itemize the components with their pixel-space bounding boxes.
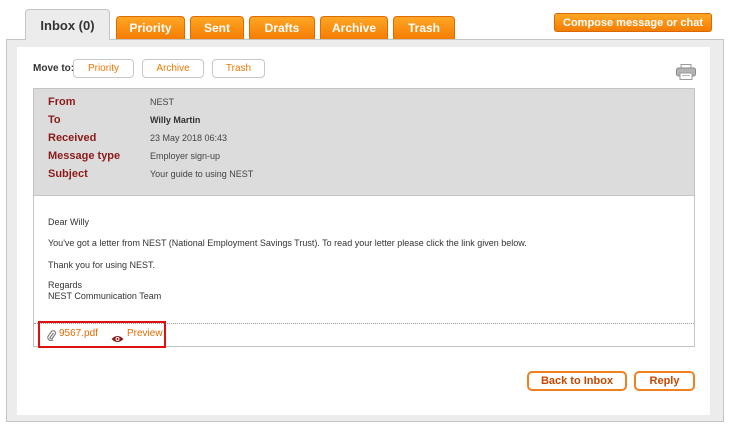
subject-value: Your guide to using NEST [150, 169, 254, 179]
message-greeting: Dear Willy [48, 217, 90, 227]
to-value: Willy Martin [150, 115, 201, 125]
tab-inbox[interactable]: Inbox (0) [25, 9, 110, 40]
move-to-archive-button[interactable]: Archive [142, 59, 204, 78]
move-to-priority-button[interactable]: Priority [73, 59, 134, 78]
from-value: NEST [150, 97, 175, 107]
paperclip-icon [47, 328, 56, 346]
message-card: From NEST To Willy Martin Received 23 Ma… [33, 88, 695, 347]
tab-priority[interactable]: Priority [116, 16, 185, 39]
from-label: From [48, 96, 76, 108]
eye-icon[interactable] [111, 330, 124, 348]
tab-trash[interactable]: Trash [393, 16, 455, 39]
tab-drafts[interactable]: Drafts [249, 16, 315, 39]
message-line-2: Thank you for using NEST. [48, 260, 156, 270]
message-type-value: Employer sign-up [150, 151, 221, 161]
message-line-1: You've got a letter from NEST (National … [48, 238, 527, 248]
message-signature: NEST Communication Team [48, 291, 162, 301]
subject-label: Subject [48, 168, 88, 180]
printer-icon[interactable] [676, 64, 696, 80]
back-to-inbox-button[interactable]: Back to Inbox [527, 371, 627, 391]
move-to-trash-button[interactable]: Trash [212, 59, 265, 78]
message-header: From NEST To Willy Martin Received 23 Ma… [34, 89, 694, 196]
message-type-label: Message type [48, 150, 121, 162]
received-value: 23 May 2018 06:43 [150, 133, 228, 143]
move-to-label: Move to: [33, 63, 75, 74]
compose-button[interactable]: Compose message or chat [554, 13, 712, 32]
tab-archive[interactable]: Archive [320, 16, 388, 39]
preview-link[interactable]: Preview [127, 328, 163, 339]
tab-sent[interactable]: Sent [190, 16, 244, 39]
reply-button[interactable]: Reply [634, 371, 695, 391]
attachment-file-link[interactable]: 9567.pdf [59, 328, 98, 339]
message-regards: Regards [48, 280, 83, 290]
received-label: Received [48, 132, 97, 144]
to-label: To [48, 114, 61, 126]
